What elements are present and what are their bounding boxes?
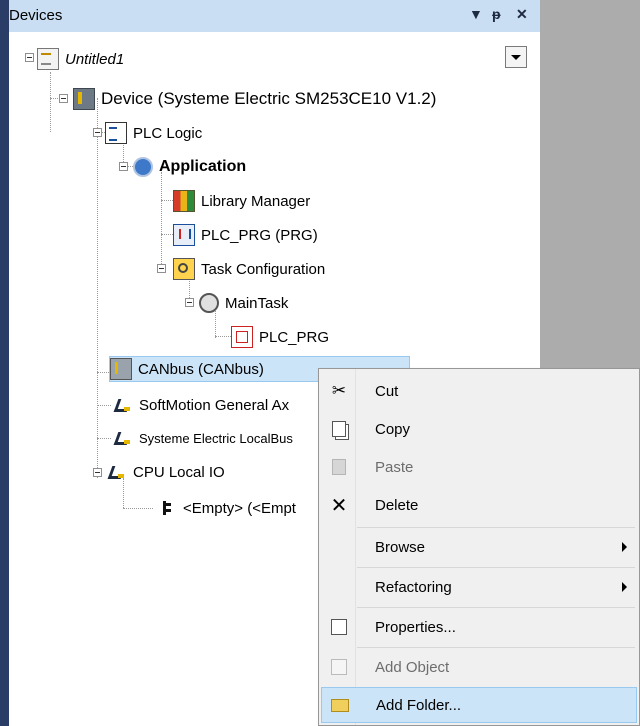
tree-line (123, 508, 153, 509)
bus-icon (113, 428, 133, 448)
menu-item-label: Properties... (375, 618, 456, 636)
node-label: CANbus (CANbus) (138, 360, 264, 378)
cut-icon: ✂ (331, 381, 347, 400)
tree-node-cpu-local-io[interactable]: CPU Local IO (107, 459, 225, 485)
library-books-icon (173, 190, 195, 212)
menu-separator (357, 607, 635, 608)
tree-line (215, 336, 231, 337)
tree-line (97, 405, 111, 406)
tree-node-plc-prg[interactable]: PLC_PRG (PRG) (173, 222, 318, 248)
task-cycle-icon (199, 293, 219, 313)
collapse-toggle[interactable] (119, 162, 128, 171)
close-icon[interactable]: ✕ (516, 6, 528, 23)
node-label: PLC Logic (133, 124, 203, 142)
node-label: Application (159, 158, 247, 175)
collapse-toggle[interactable] (93, 468, 102, 477)
node-label: SoftMotion General Ax (139, 396, 290, 414)
tree-line (50, 72, 51, 132)
copy-icon (329, 419, 349, 439)
tree-node-localbus[interactable]: Systeme Electric LocalBus (113, 425, 293, 451)
add-object-icon (329, 657, 349, 677)
node-label: Task Configuration (201, 260, 326, 278)
context-menu: ✂ Cut Copy Paste ✕ Delete Browse Refacto… (318, 368, 640, 726)
pin-icon[interactable]: ᵽ (492, 6, 501, 22)
delete-icon: ✕ (330, 494, 348, 517)
program-call-icon (231, 326, 253, 348)
node-label: Untitled1 (65, 50, 125, 68)
tree-line (97, 438, 111, 439)
tree-node-softmotion[interactable]: SoftMotion General Ax (113, 392, 289, 418)
canbus-device-icon (110, 358, 132, 380)
project-icon (37, 48, 59, 70)
node-label: Device (Systeme Electric SM253CE10 V1.2) (101, 89, 437, 108)
submenu-arrow-icon (622, 542, 627, 552)
menu-item-browse[interactable]: Browse (321, 529, 637, 565)
tree-node-task-configuration[interactable]: Task Configuration (173, 256, 325, 282)
plc-logic-icon (105, 122, 127, 144)
task-configuration-icon (173, 258, 195, 280)
properties-icon (329, 617, 349, 637)
menu-item-cut[interactable]: ✂ Cut (321, 373, 637, 409)
menu-item-refactoring[interactable]: Refactoring (321, 569, 637, 605)
program-icon (173, 224, 195, 246)
tree-node-main-task[interactable]: MainTask (199, 290, 288, 316)
axis-icon (113, 395, 133, 415)
tree-node-project[interactable]: Untitled1 (37, 46, 124, 72)
application-gear-icon (133, 157, 153, 177)
tree-node-device[interactable]: Device (Systeme Electric SM253CE10 V1.2) (73, 86, 436, 112)
menu-item-label: Cut (375, 382, 399, 400)
menu-item-paste[interactable]: Paste (321, 449, 637, 485)
menu-separator (357, 567, 635, 568)
collapse-toggle[interactable] (93, 128, 102, 137)
project-dropdown-button[interactable] (505, 46, 527, 68)
collapse-toggle[interactable] (25, 53, 34, 62)
menu-separator (357, 647, 635, 648)
devices-panel-titlebar: Devices ▼ ᵽ ✕ (0, 0, 540, 32)
tree-line (97, 98, 98, 478)
menu-item-copy[interactable]: Copy (321, 411, 637, 447)
node-label: PLC_PRG (PRG) (201, 226, 318, 244)
node-label: MainTask (225, 294, 289, 312)
node-label: Library Manager (201, 192, 311, 210)
menu-item-properties[interactable]: Properties... (321, 609, 637, 645)
menu-item-label: Refactoring (375, 578, 452, 596)
menu-item-label: Browse (375, 538, 426, 556)
panel-title: Devices (9, 7, 63, 24)
node-label: PLC_PRG (259, 328, 330, 346)
device-icon (73, 88, 95, 110)
menu-item-label: Copy (375, 420, 411, 438)
tree-node-empty-slot[interactable]: <Empty> (<Empt (157, 495, 296, 521)
node-label: Systeme Electric LocalBus (139, 430, 293, 446)
chevron-down-icon[interactable]: ▼ (469, 6, 483, 22)
collapse-toggle[interactable] (157, 264, 166, 273)
menu-item-add-folder[interactable]: Add Folder... (321, 687, 637, 723)
menu-item-label: Paste (375, 458, 414, 476)
collapse-toggle[interactable] (59, 94, 68, 103)
tree-line (161, 172, 162, 268)
menu-separator (357, 527, 635, 528)
menu-item-label: Add Object (375, 658, 450, 676)
tree-node-maintask-prg[interactable]: PLC_PRG (231, 324, 329, 350)
io-bus-icon (107, 462, 127, 482)
tree-node-library-manager[interactable]: Library Manager (173, 188, 310, 214)
menu-item-label: Add Folder... (376, 696, 462, 714)
folder-icon (330, 695, 350, 715)
menu-item-add-object[interactable]: Add Object (321, 649, 637, 685)
menu-item-delete[interactable]: ✕ Delete (321, 487, 637, 523)
slot-connector-icon (157, 498, 177, 518)
node-label: <Empty> (<Empt (183, 499, 296, 517)
paste-icon (329, 457, 349, 477)
menu-item-label: Delete (375, 496, 419, 514)
node-label: CPU Local IO (133, 463, 225, 481)
tree-node-plc-logic[interactable]: PLC Logic (105, 120, 202, 146)
collapse-toggle[interactable] (185, 298, 194, 307)
tree-node-application[interactable]: Application (133, 154, 246, 180)
submenu-arrow-icon (622, 582, 627, 592)
